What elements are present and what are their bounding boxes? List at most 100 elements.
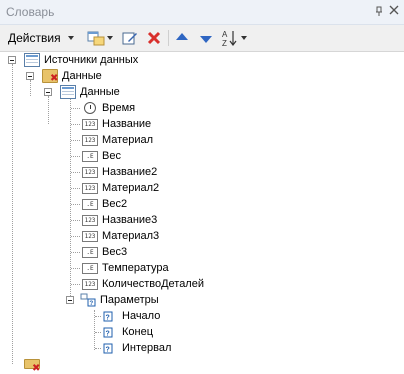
collapse-toggle[interactable] [26,72,34,80]
parameter-icon: ? [102,341,118,355]
tree-guide-line [48,96,49,124]
numeric-field-icon: 123 [82,134,98,146]
tree-node-label: Источники данных [44,54,139,66]
new-item-dropdown-button[interactable] [86,28,114,48]
svg-text:?: ? [106,331,110,338]
collapse-toggle[interactable] [8,56,16,64]
tree-node-field[interactable]: .E Вес [82,148,121,164]
dictionary-tree: Источники данных Данные Данные ? Парамет… [0,52,404,374]
tree-guide-line [70,96,71,296]
toolbar-separator [168,30,169,46]
tree-node-label: Название3 [102,214,158,226]
delete-icon [147,31,161,45]
tree-node-field[interactable]: .E Вес3 [82,244,127,260]
pin-icon[interactable] [374,6,384,17]
tree-node-next-root[interactable] [24,356,44,374]
svg-text:?: ? [106,347,110,354]
svg-text:Z: Z [222,39,227,47]
sort-dropdown-button[interactable]: A Z [219,28,249,48]
tree-guide-line [95,332,101,333]
tree-node-parameters[interactable]: ? Параметры [80,292,159,308]
tree-guide-line [12,64,13,364]
parameter-icon: ? [102,309,118,323]
float-field-icon: .E [82,150,98,162]
numeric-field-icon: 123 [82,214,98,226]
toolbar: Действия A Z [0,25,404,52]
tree-guide-line [71,172,80,173]
tree-guide-line [71,108,80,109]
tree-guide-line [71,284,80,285]
new-item-icon [87,31,105,46]
edit-icon [122,32,137,45]
tree-guide-line [71,204,80,205]
tree-node-field[interactable]: 123 Материал [82,132,153,148]
tree-node-field[interactable]: 123 Название2 [82,164,157,180]
actions-label: Действия [8,31,61,45]
delete-button[interactable] [144,28,164,48]
parameters-icon: ? [80,293,96,307]
numeric-field-icon: 123 [82,230,98,242]
datasource-icon [42,69,58,84]
tree-guide-line [71,252,80,253]
tree-node-field[interactable]: 123 КоличествоДеталей [82,276,204,292]
chevron-down-icon [107,36,113,40]
tree-node-label: Вес2 [102,198,128,210]
tree-node-parameter[interactable]: ? Конец [102,324,153,340]
tree-node-label: Вес [102,150,121,162]
sort-az-icon: A Z [222,30,237,47]
numeric-field-icon: 123 [82,182,98,194]
close-icon[interactable] [388,5,399,17]
edit-button[interactable] [120,28,140,48]
tree-node-label: Название2 [102,166,158,178]
table-icon [60,85,76,99]
tree-node-field[interactable]: 123 Название3 [82,212,157,228]
panel-title: Словарь [6,5,55,19]
tree-node-label: Параметры [100,294,159,306]
svg-text:A: A [222,30,228,39]
tree-guide-line [71,156,80,157]
tree-guide-line [71,236,80,237]
tree-node-root[interactable]: Источники данных [24,52,138,68]
tree-node-label: Название [102,118,152,130]
float-field-icon: .E [82,246,98,258]
tree-node-label: Интервал [122,342,172,354]
collapse-toggle[interactable] [44,88,52,96]
move-up-button[interactable] [172,28,192,48]
tree-guide-line [95,316,101,317]
panel-titlebar: Словарь [0,0,404,25]
tree-node-table[interactable]: Данные [60,84,120,100]
arrow-down-icon [200,36,212,43]
tree-node-field[interactable]: 123 Материал2 [82,180,159,196]
collapse-toggle[interactable] [66,296,74,304]
chevron-down-icon [241,36,247,40]
tree-node-field[interactable]: Время [82,100,135,116]
parameter-icon: ? [102,325,118,339]
svg-text:?: ? [106,315,110,322]
clock-icon [84,102,96,114]
float-field-icon: .E [82,262,98,274]
numeric-field-icon: 123 [82,166,98,178]
tree-node-label: Начало [122,310,161,322]
tree-guide-line [71,188,80,189]
tree-node-parameter[interactable]: ? Интервал [102,340,171,356]
numeric-field-icon: 123 [82,278,98,290]
move-down-button[interactable] [196,28,216,48]
tree-node-label: Конец [122,326,154,338]
float-field-icon: .E [82,198,98,210]
actions-dropdown-button[interactable]: Действия [6,28,86,48]
tree-node-label: Вес3 [102,246,128,258]
arrow-up-icon [176,33,188,40]
tree-node-field[interactable]: 123 Материал3 [82,228,159,244]
tree-node-parameter[interactable]: ? Начало [102,308,160,324]
svg-text:?: ? [90,301,94,307]
tree-node-field[interactable]: 123 Название [82,116,151,132]
tree-node-field[interactable]: .E Температура [82,260,169,276]
tree-guide-line [95,348,101,349]
tree-node-datasource[interactable]: Данные [42,68,102,84]
tree-guide-line [71,268,80,269]
tree-node-label: Время [102,102,136,114]
tree-guide-line [71,140,80,141]
tree-node-label: КоличествоДеталей [102,278,204,290]
tree-guide-line [71,220,80,221]
tree-node-field[interactable]: .E Вес2 [82,196,127,212]
